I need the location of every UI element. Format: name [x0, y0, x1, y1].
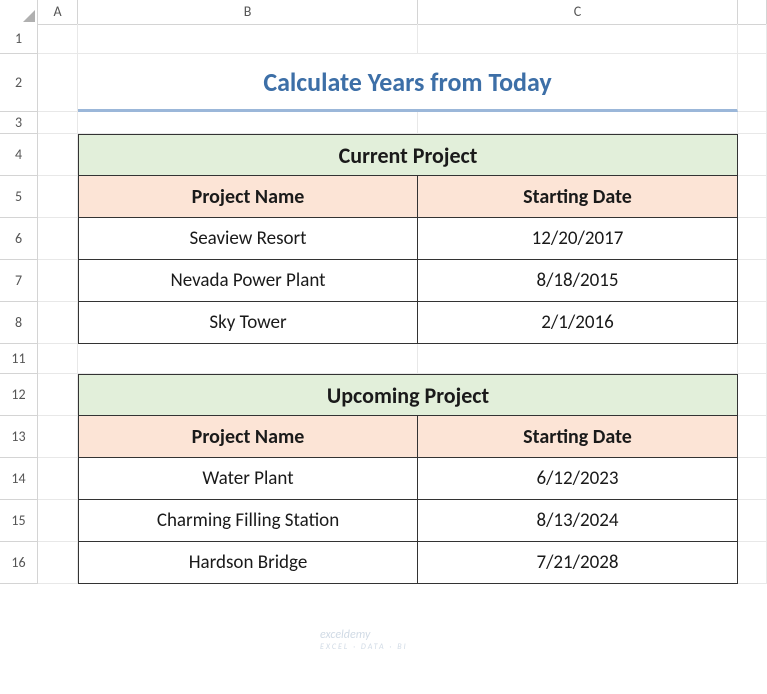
- cell-d11[interactable]: [738, 344, 767, 374]
- row-header-5[interactable]: 5: [0, 176, 38, 218]
- row-header-4[interactable]: 4: [0, 134, 38, 176]
- cell-a12[interactable]: [38, 374, 78, 416]
- select-all-corner[interactable]: [0, 0, 38, 25]
- table2-header-date[interactable]: Starting Date: [418, 416, 738, 458]
- cell-a3[interactable]: [38, 112, 78, 134]
- page-title[interactable]: Calculate Years from Today: [78, 54, 738, 112]
- cell-a7[interactable]: [38, 260, 78, 302]
- table1-row1-name[interactable]: Nevada Power Plant: [78, 260, 418, 302]
- table2-row2-name[interactable]: Hardson Bridge: [78, 542, 418, 584]
- cell-a11[interactable]: [38, 344, 78, 374]
- row-header-7[interactable]: 7: [0, 260, 38, 302]
- cell-d8[interactable]: [738, 302, 767, 344]
- column-headers: A B C: [0, 0, 767, 24]
- cell-c11[interactable]: [418, 344, 738, 374]
- row-header-16[interactable]: 16: [0, 542, 38, 584]
- table1-header-name[interactable]: Project Name: [78, 176, 418, 218]
- cell-a15[interactable]: [38, 500, 78, 542]
- table1-row2-name[interactable]: Sky Tower: [78, 302, 418, 344]
- col-header-a[interactable]: A: [38, 0, 78, 25]
- cell-d1[interactable]: [738, 24, 767, 54]
- cell-a5[interactable]: [38, 176, 78, 218]
- col-header-c[interactable]: C: [418, 0, 738, 25]
- row-header-12[interactable]: 12: [0, 374, 38, 416]
- cell-d15[interactable]: [738, 500, 767, 542]
- spreadsheet-grid: 1 2 Calculate Years from Today 3 4 Curre…: [0, 24, 767, 584]
- cell-d3[interactable]: [738, 112, 767, 134]
- cell-a1[interactable]: [38, 24, 78, 54]
- watermark-subtext: EXCEL · DATA · BI: [320, 642, 408, 652]
- cell-b11[interactable]: [78, 344, 418, 374]
- table2-row0-date[interactable]: 6/12/2023: [418, 458, 738, 500]
- cell-c1[interactable]: [418, 24, 738, 54]
- watermark-text: exceldemy: [320, 628, 370, 642]
- cell-a8[interactable]: [38, 302, 78, 344]
- cell-c3[interactable]: [418, 112, 738, 134]
- table1-header-date[interactable]: Starting Date: [418, 176, 738, 218]
- row-header-1[interactable]: 1: [0, 24, 38, 54]
- cell-b1[interactable]: [78, 24, 418, 54]
- table1-row0-date[interactable]: 12/20/2017: [418, 218, 738, 260]
- table2-row1-name[interactable]: Charming Filling Station: [78, 500, 418, 542]
- row-header-13[interactable]: 13: [0, 416, 38, 458]
- cell-a13[interactable]: [38, 416, 78, 458]
- row-header-6[interactable]: 6: [0, 218, 38, 260]
- cell-d5[interactable]: [738, 176, 767, 218]
- row-header-14[interactable]: 14: [0, 458, 38, 500]
- table1-row2-date[interactable]: 2/1/2016: [418, 302, 738, 344]
- cell-d7[interactable]: [738, 260, 767, 302]
- cell-a6[interactable]: [38, 218, 78, 260]
- cell-d2[interactable]: [738, 54, 767, 112]
- cell-a4[interactable]: [38, 134, 78, 176]
- row-header-15[interactable]: 15: [0, 500, 38, 542]
- row-header-8[interactable]: 8: [0, 302, 38, 344]
- cell-d14[interactable]: [738, 458, 767, 500]
- table1-row1-date[interactable]: 8/18/2015: [418, 260, 738, 302]
- table2-row2-date[interactable]: 7/21/2028: [418, 542, 738, 584]
- cell-a14[interactable]: [38, 458, 78, 500]
- col-header-b[interactable]: B: [78, 0, 418, 25]
- table1-title[interactable]: Current Project: [78, 134, 738, 176]
- table2-header-name[interactable]: Project Name: [78, 416, 418, 458]
- cell-d13[interactable]: [738, 416, 767, 458]
- cell-d6[interactable]: [738, 218, 767, 260]
- watermark: exceldemy EXCEL · DATA · BI: [320, 628, 408, 652]
- col-header-d[interactable]: [738, 0, 767, 25]
- row-header-11[interactable]: 11: [0, 344, 38, 374]
- row-header-2[interactable]: 2: [0, 54, 38, 112]
- cell-b3[interactable]: [78, 112, 418, 134]
- table2-title[interactable]: Upcoming Project: [78, 374, 738, 416]
- cell-d4[interactable]: [738, 134, 767, 176]
- cell-a2[interactable]: [38, 54, 78, 112]
- table2-row0-name[interactable]: Water Plant: [78, 458, 418, 500]
- cell-a16[interactable]: [38, 542, 78, 584]
- table1-row0-name[interactable]: Seaview Resort: [78, 218, 418, 260]
- table2-row1-date[interactable]: 8/13/2024: [418, 500, 738, 542]
- cell-d16[interactable]: [738, 542, 767, 584]
- cell-d12[interactable]: [738, 374, 767, 416]
- row-header-3[interactable]: 3: [0, 112, 38, 134]
